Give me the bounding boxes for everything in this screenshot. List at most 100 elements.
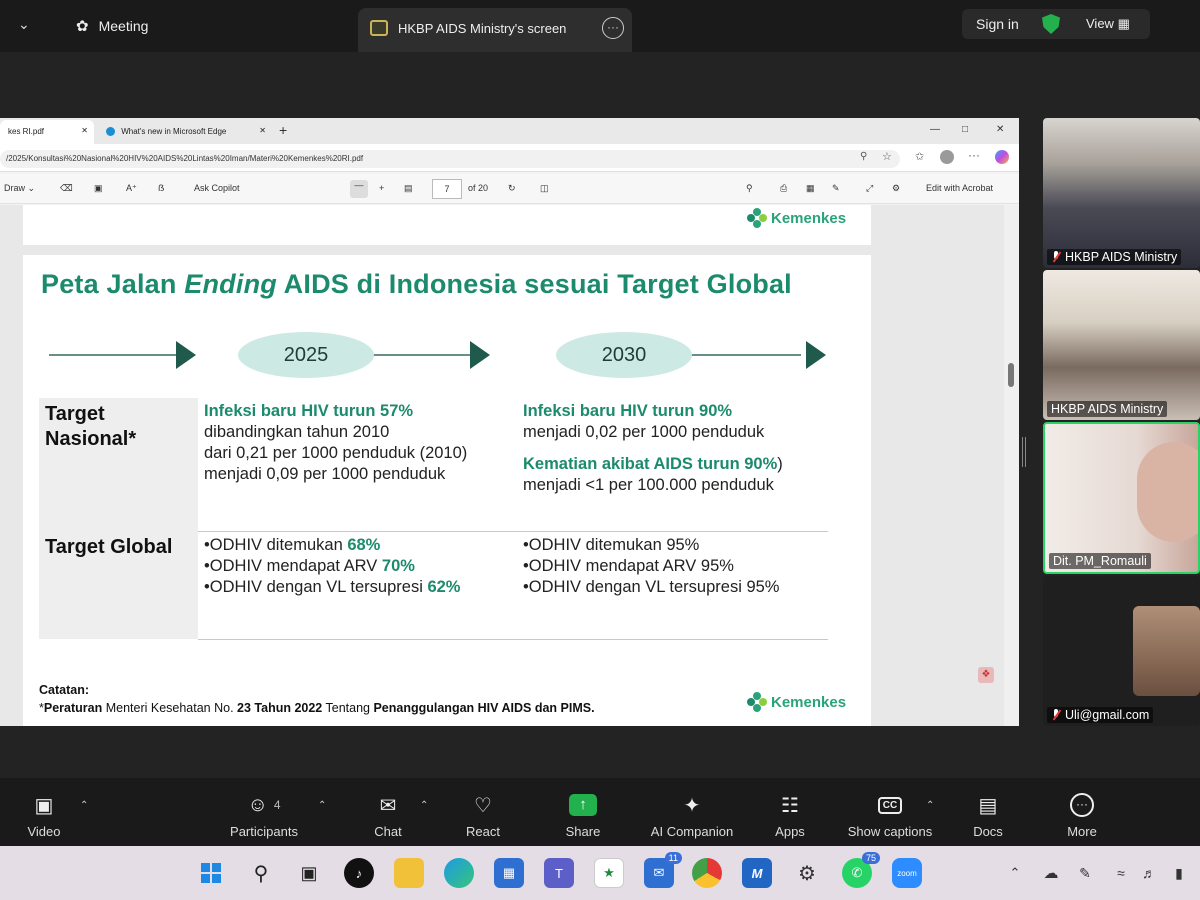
teams-icon[interactable]: T bbox=[544, 858, 574, 888]
ai-companion-button[interactable]: ✦ AI Companion bbox=[644, 792, 740, 840]
participant-name: HKBP AIDS Ministry bbox=[1047, 249, 1182, 265]
page-view-icon[interactable]: ◫ bbox=[540, 183, 549, 194]
video-button[interactable]: ▣ Video bbox=[22, 792, 66, 840]
shield-check-icon[interactable] bbox=[1042, 14, 1060, 34]
docs-label: Docs bbox=[973, 824, 1003, 839]
kemenkes-logo: Kemenkes bbox=[747, 208, 846, 228]
participant-tile-active-speaker[interactable]: Dit. PM_Romauli bbox=[1043, 422, 1200, 574]
fullscreen-icon[interactable]: ⤢ bbox=[866, 183, 873, 194]
participant-tile[interactable]: HKBP AIDS Ministry bbox=[1043, 118, 1200, 268]
zoom-icon[interactable]: zoom bbox=[892, 858, 922, 888]
n2030-cell: Infeksi baru HIV turun 90% menjadi 0,02 … bbox=[523, 401, 783, 496]
star-icon[interactable]: ☆ bbox=[882, 150, 892, 163]
chevron-up-icon[interactable]: ⌃ bbox=[1000, 858, 1030, 888]
title-italic: Ending bbox=[184, 269, 277, 299]
g2025-item: •ODHIV mendapat ARV 70% bbox=[204, 556, 460, 577]
zoom-in-icon[interactable]: + bbox=[379, 183, 384, 193]
copilot-icon[interactable] bbox=[995, 150, 1009, 164]
chevron-up-icon[interactable]: ⌃ bbox=[80, 800, 88, 811]
tiktok-icon[interactable]: ♪ bbox=[344, 858, 374, 888]
minimize-icon[interactable]: — bbox=[930, 124, 940, 135]
zoom-out-icon[interactable]: — bbox=[350, 180, 368, 198]
settings-icon[interactable]: ⚙ bbox=[792, 858, 822, 888]
share-icon: ↑ bbox=[560, 792, 606, 818]
text-box-icon[interactable]: ▣ bbox=[94, 183, 103, 194]
read-aloud-icon[interactable]: A⁺ bbox=[126, 183, 137, 194]
wifi-icon[interactable]: ≈ bbox=[1106, 858, 1136, 888]
chevron-down-icon: ⌄ bbox=[27, 183, 36, 193]
chevron-up-icon[interactable]: ⌃ bbox=[318, 800, 326, 811]
edit-with-acrobat-button[interactable]: Edit with Acrobat bbox=[926, 183, 993, 193]
windows-start-icon[interactable] bbox=[196, 858, 226, 888]
search-icon[interactable]: ⚲ bbox=[246, 858, 276, 888]
save-as-icon[interactable]: ✎ bbox=[832, 183, 840, 194]
show-captions-button[interactable]: CC Show captions bbox=[842, 792, 938, 839]
rotate-icon[interactable]: ↻ bbox=[508, 183, 516, 194]
view-button[interactable]: View ▦ bbox=[1086, 16, 1130, 32]
new-tab-icon[interactable]: + bbox=[279, 122, 287, 138]
share-button[interactable]: ↑ Share bbox=[560, 792, 606, 839]
print-icon[interactable]: ⎙ bbox=[780, 183, 787, 194]
signin-view-group: Sign in View ▦ bbox=[962, 9, 1150, 39]
close-window-icon[interactable]: ✕ bbox=[996, 124, 1004, 135]
docs-button[interactable]: ▤ Docs bbox=[968, 792, 1008, 840]
translate-icon[interactable]: ẞ bbox=[158, 183, 164, 193]
search-icon[interactable]: ⚲ bbox=[746, 183, 753, 194]
search-icon[interactable]: ⚲ bbox=[860, 151, 867, 162]
writing-app-icon[interactable]: M bbox=[742, 858, 772, 888]
battery-icon[interactable]: ▮ bbox=[1164, 858, 1194, 888]
maximize-icon[interactable]: □ bbox=[962, 124, 968, 135]
acrobat-icon[interactable]: ❖ bbox=[978, 667, 994, 683]
scrollbar-thumb[interactable] bbox=[1008, 363, 1014, 387]
browser-tab-edge[interactable]: What's new in Microsoft Edge ✕ bbox=[98, 120, 274, 144]
more-button[interactable]: ··· More bbox=[1060, 792, 1104, 839]
more-options-icon[interactable]: ··· bbox=[602, 17, 624, 39]
save-icon[interactable]: ▦ bbox=[806, 183, 815, 194]
chevron-up-icon[interactable]: ⌃ bbox=[926, 800, 934, 811]
react-button[interactable]: ♡ React bbox=[460, 792, 506, 840]
video-camera-icon: ▣ bbox=[34, 794, 54, 817]
chevron-down-icon[interactable]: ⌄ bbox=[18, 16, 30, 33]
browser-tab-pdf[interactable]: kes RI.pdf ✕ bbox=[0, 120, 94, 144]
bookmark-app-icon[interactable]: ★ bbox=[594, 858, 624, 888]
settings-icon[interactable]: ⚙ bbox=[892, 183, 900, 194]
fit-page-icon[interactable]: ▤ bbox=[404, 183, 413, 194]
favorites-icon[interactable]: ✩ bbox=[915, 150, 924, 163]
edge-icon[interactable] bbox=[444, 858, 474, 888]
store-icon[interactable]: ▦ bbox=[494, 858, 524, 888]
panel-resize-handle[interactable] bbox=[1022, 437, 1026, 467]
meeting-menu[interactable]: ✿ Meeting bbox=[76, 17, 148, 35]
task-view-icon[interactable]: ▣ bbox=[294, 858, 324, 888]
apps-button[interactable]: ☷ Apps bbox=[770, 792, 810, 840]
cloud-icon[interactable]: ☁ bbox=[1036, 858, 1066, 888]
page-number-input[interactable]: 7 bbox=[432, 179, 462, 199]
shared-screen: kes RI.pdf ✕ What's new in Microsoft Edg… bbox=[0, 118, 1019, 726]
ask-copilot-button[interactable]: Ask Copilot bbox=[194, 183, 240, 193]
pen-icon[interactable]: ✎ bbox=[1070, 858, 1100, 888]
screen-tab-label: HKBP AIDS Ministry's screen bbox=[398, 21, 567, 36]
file-explorer-icon[interactable] bbox=[394, 858, 424, 888]
chat-button[interactable]: ✉ Chat bbox=[366, 792, 410, 840]
g2025-cell: •ODHIV ditemukan 68% •ODHIV mendapat ARV… bbox=[204, 535, 460, 598]
eraser-icon[interactable]: ⌫ bbox=[60, 183, 73, 194]
pdf-scrollbar[interactable] bbox=[1004, 205, 1019, 726]
close-icon[interactable]: ✕ bbox=[259, 126, 266, 135]
participant-tile[interactable]: HKBP AIDS Ministry bbox=[1043, 270, 1200, 420]
whatsapp-icon[interactable]: ✆ 75 bbox=[842, 852, 880, 888]
participant-tile[interactable]: Uli@gmail.com bbox=[1043, 576, 1200, 726]
draw-button[interactable]: Draw ⌄ bbox=[4, 183, 35, 194]
chevron-up-icon[interactable]: ⌃ bbox=[420, 800, 428, 811]
more-icon[interactable]: ··· bbox=[968, 148, 980, 162]
sign-in-button[interactable]: Sign in bbox=[976, 16, 1019, 32]
note-bold: 23 Tahun 2022 bbox=[237, 701, 323, 715]
volume-icon[interactable]: ♬ bbox=[1134, 858, 1164, 888]
pdf-viewer[interactable]: Kemenkes Peta Jalan Ending AIDS di Indon… bbox=[0, 205, 1019, 726]
avatar[interactable] bbox=[940, 150, 954, 164]
messaging-app-icon[interactable]: ✉ 11 bbox=[644, 852, 682, 888]
more-label: More bbox=[1067, 824, 1097, 839]
chrome-icon[interactable] bbox=[692, 858, 722, 888]
shared-screen-tab[interactable]: HKBP AIDS Ministry's screen ··· bbox=[358, 8, 632, 52]
url-field[interactable]: /2025/Konsultasi%20Nasional%20HIV%20AIDS… bbox=[0, 150, 900, 168]
participants-button[interactable]: ☺ 4 Participants bbox=[222, 792, 306, 840]
close-icon[interactable]: ✕ bbox=[81, 126, 88, 135]
